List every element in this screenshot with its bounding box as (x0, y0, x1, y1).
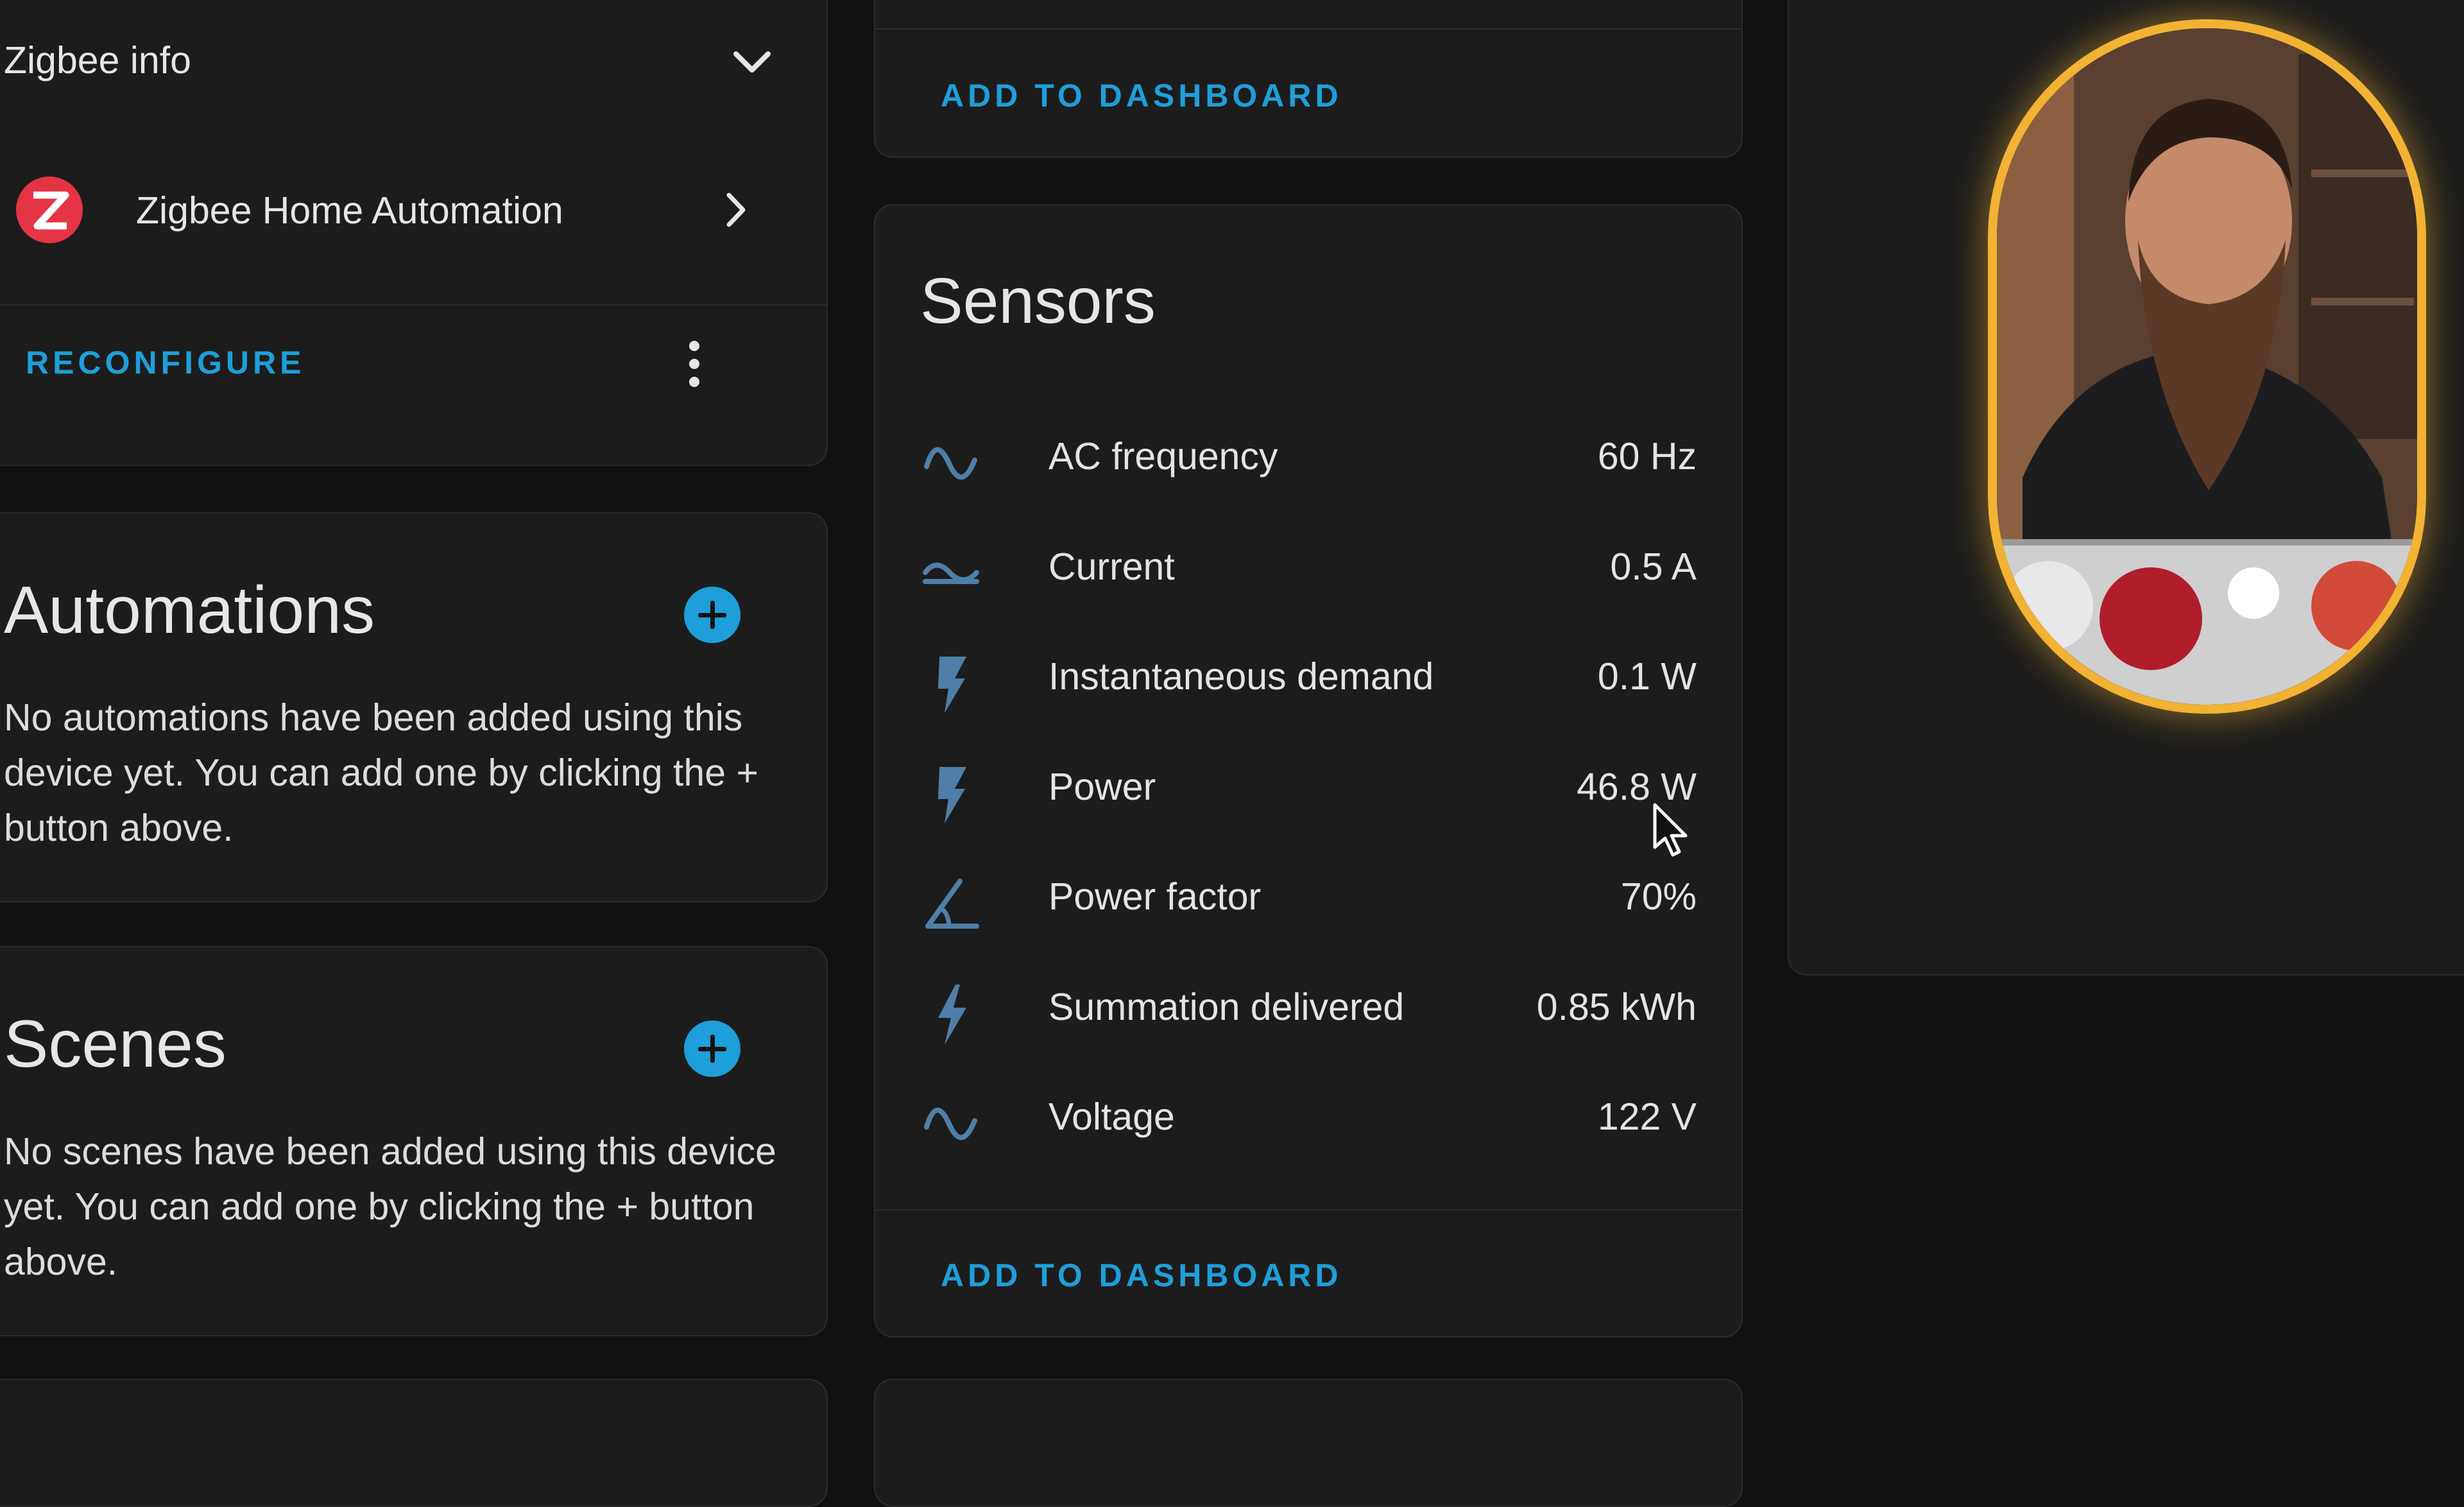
next-card (0, 1379, 828, 1507)
scenes-card: Scenes No scenes have been added using t… (0, 946, 828, 1336)
mouse-cursor-icon (1653, 803, 1688, 857)
zigbee-info-title: Zigbee info (4, 39, 191, 82)
automations-card: Automations No automations have been add… (0, 512, 828, 902)
integration-label: Zigbee Home Automation (136, 189, 563, 232)
sine-wave-icon (924, 1107, 977, 1141)
sensor-row[interactable]: Voltage 122 V (875, 1076, 1741, 1153)
sensor-value: 0.1 W (1597, 655, 1697, 698)
automations-title: Automations (4, 573, 375, 648)
integration-row[interactable]: Zigbee Home Automation (0, 162, 826, 264)
zigbee-logo-icon (16, 177, 83, 243)
controls-card: ADD TO DASHBOARD (874, 0, 1743, 158)
divider (875, 1209, 1741, 1210)
sensor-row[interactable]: Power factor 70% (875, 856, 1741, 933)
angle-acute-icon (925, 879, 979, 929)
sensor-row[interactable]: Power 46.8 W (875, 746, 1741, 823)
scenes-empty-text: No scenes have been added using this dev… (4, 1130, 776, 1283)
sensor-value: 0.5 A (1610, 545, 1697, 588)
chevron-down-icon[interactable] (730, 46, 774, 78)
flash-icon (938, 657, 966, 713)
sensors-title: Sensors (920, 265, 1156, 337)
sensor-name: Current (1048, 545, 1175, 588)
more-vertical-icon[interactable] (681, 335, 707, 393)
sensor-name: Voltage (1048, 1096, 1175, 1138)
sensor-name: Instantaneous demand (1048, 655, 1434, 698)
sensor-row[interactable]: Instantaneous demand 0.1 W (875, 635, 1741, 713)
chevron-right-icon (726, 193, 746, 227)
next-card (874, 1379, 1743, 1507)
sensors-card: Sensors AC frequency 60 Hz Current 0.5 A Ins… (874, 204, 1743, 1338)
add-to-dashboard-button[interactable]: ADD TO DASHBOARD (941, 1257, 1342, 1294)
divider (875, 28, 1741, 30)
presenter-image (1997, 28, 2417, 705)
sensor-name: Summation delivered (1048, 985, 1405, 1028)
sensor-value: 122 V (1597, 1096, 1697, 1138)
sensor-row[interactable]: AC frequency 60 Hz (875, 415, 1741, 492)
flash-icon (938, 766, 966, 823)
reconfigure-button[interactable]: RECONFIGURE (26, 344, 305, 381)
current-ac-icon (923, 562, 979, 584)
sensor-value: 0.85 kWh (1536, 985, 1697, 1028)
sensor-value: 70% (1620, 875, 1697, 918)
add-scene-button[interactable] (684, 1020, 740, 1077)
sensor-name: AC frequency (1048, 435, 1278, 478)
add-to-dashboard-button[interactable]: ADD TO DASHBOARD (941, 77, 1342, 114)
sensor-name: Power (1048, 765, 1156, 808)
sensor-value: 60 Hz (1597, 435, 1697, 478)
sensor-row[interactable]: Current 0.5 A (875, 526, 1741, 603)
add-automation-button[interactable] (684, 587, 740, 643)
sensor-name: Power factor (1048, 875, 1262, 918)
lightning-bolt-icon (938, 984, 966, 1045)
divider (0, 304, 826, 306)
sine-wave-icon (924, 447, 977, 480)
zigbee-info-card: Zigbee info Zigbee Home Automation RECON… (0, 0, 828, 466)
webcam-overlay (1988, 19, 2426, 714)
sensor-row[interactable]: Summation delivered 0.85 kWh (875, 966, 1741, 1045)
scenes-title: Scenes (4, 1007, 227, 1081)
sensor-list: AC frequency 60 Hz Current 0.5 A Instantaneo… (875, 415, 1741, 1185)
automations-empty-text: No automations have been added using thi… (4, 696, 758, 849)
